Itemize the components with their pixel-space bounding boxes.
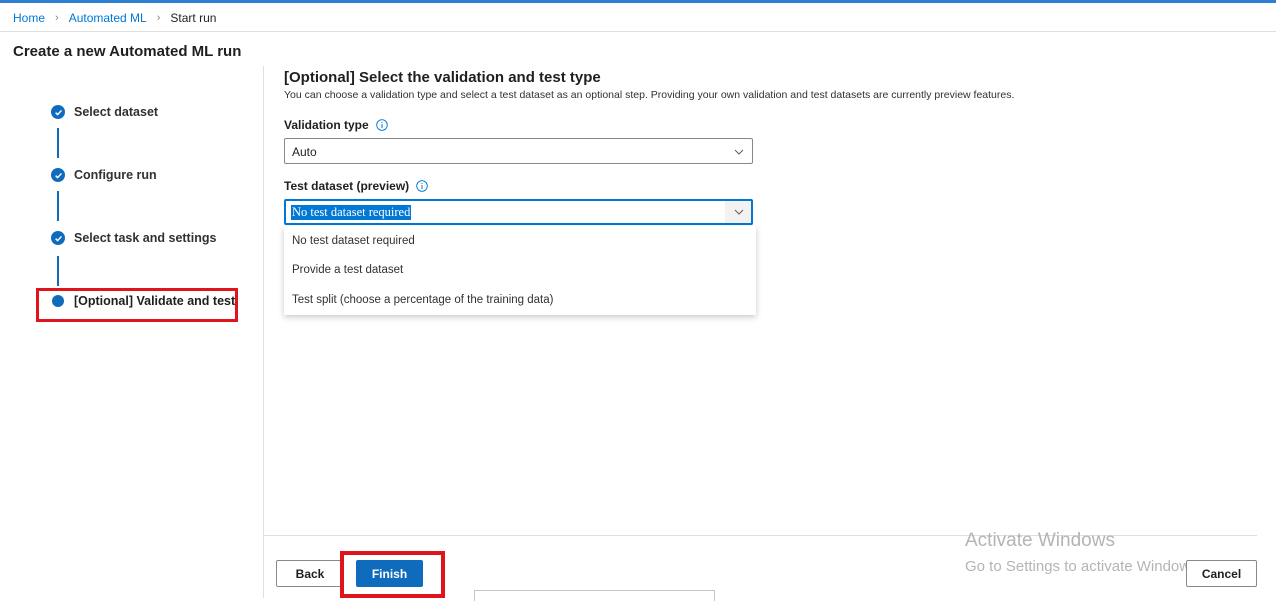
annotation-highlight-box [36, 288, 238, 322]
chevron-down-icon [734, 209, 744, 215]
page-title: Create a new Automated ML run [13, 43, 242, 60]
checkmark-icon [51, 105, 65, 119]
option-test-split[interactable]: Test split (choose a percentage of the t… [292, 294, 553, 306]
step-label: Select task and settings [74, 231, 217, 245]
checkmark-icon [51, 168, 65, 182]
back-button[interactable]: Back [276, 560, 344, 587]
breadcrumb-current: Start run [170, 11, 217, 25]
cancel-button[interactable]: Cancel [1186, 560, 1257, 587]
step-connector [57, 128, 59, 158]
section-title: [Optional] Select the validation and tes… [284, 69, 601, 86]
step-configure-run[interactable]: Configure run [51, 168, 157, 182]
step-label: Select dataset [74, 105, 159, 119]
tooltip-popup [474, 590, 715, 601]
validation-type-dropdown[interactable]: Auto [284, 138, 753, 164]
test-dataset-label-text: Test dataset (preview) [284, 179, 410, 193]
top-accent-bar [0, 0, 1276, 3]
step-label: Configure run [74, 168, 157, 182]
vertical-divider [263, 66, 264, 598]
annotation-highlight-box [340, 551, 445, 598]
test-dataset-dropdown[interactable]: No test dataset required [284, 199, 753, 225]
checkmark-icon [51, 231, 65, 245]
info-icon[interactable] [416, 180, 428, 192]
chevron-right-icon: › [55, 12, 59, 24]
step-connector [57, 256, 59, 286]
validation-type-label-text: Validation type [284, 118, 369, 132]
validation-type-value: Auto [292, 145, 317, 159]
chevron-right-icon: › [156, 12, 161, 24]
step-connector [57, 191, 59, 221]
step-select-dataset[interactable]: Select dataset [51, 105, 158, 119]
option-no-test-dataset[interactable]: No test dataset required [292, 235, 415, 247]
step-select-task-and-settings[interactable]: Select task and settings [51, 231, 216, 245]
info-icon[interactable] [375, 119, 388, 131]
breadcrumb-automated-ml-link[interactable]: Automated ML [69, 11, 147, 25]
breadcrumb: Home › Automated ML › Start run [13, 11, 216, 25]
test-dataset-options-list: No test dataset required Provide a test … [284, 226, 756, 315]
breadcrumb-home-link[interactable]: Home [13, 11, 45, 25]
header-divider [0, 31, 1276, 32]
chevron-down-icon [734, 149, 744, 155]
activate-windows-watermark: Activate Windows [965, 530, 1115, 551]
option-provide-test-dataset[interactable]: Provide a test dataset [292, 264, 403, 276]
validation-type-label: Validation type [284, 118, 388, 132]
section-description: You can choose a validation type and sel… [284, 89, 1015, 101]
test-dataset-label: Test dataset (preview) [284, 179, 428, 193]
test-dataset-value: No test dataset required [291, 205, 412, 220]
activate-windows-watermark-subtext: Go to Settings to activate Windows. [965, 558, 1202, 575]
